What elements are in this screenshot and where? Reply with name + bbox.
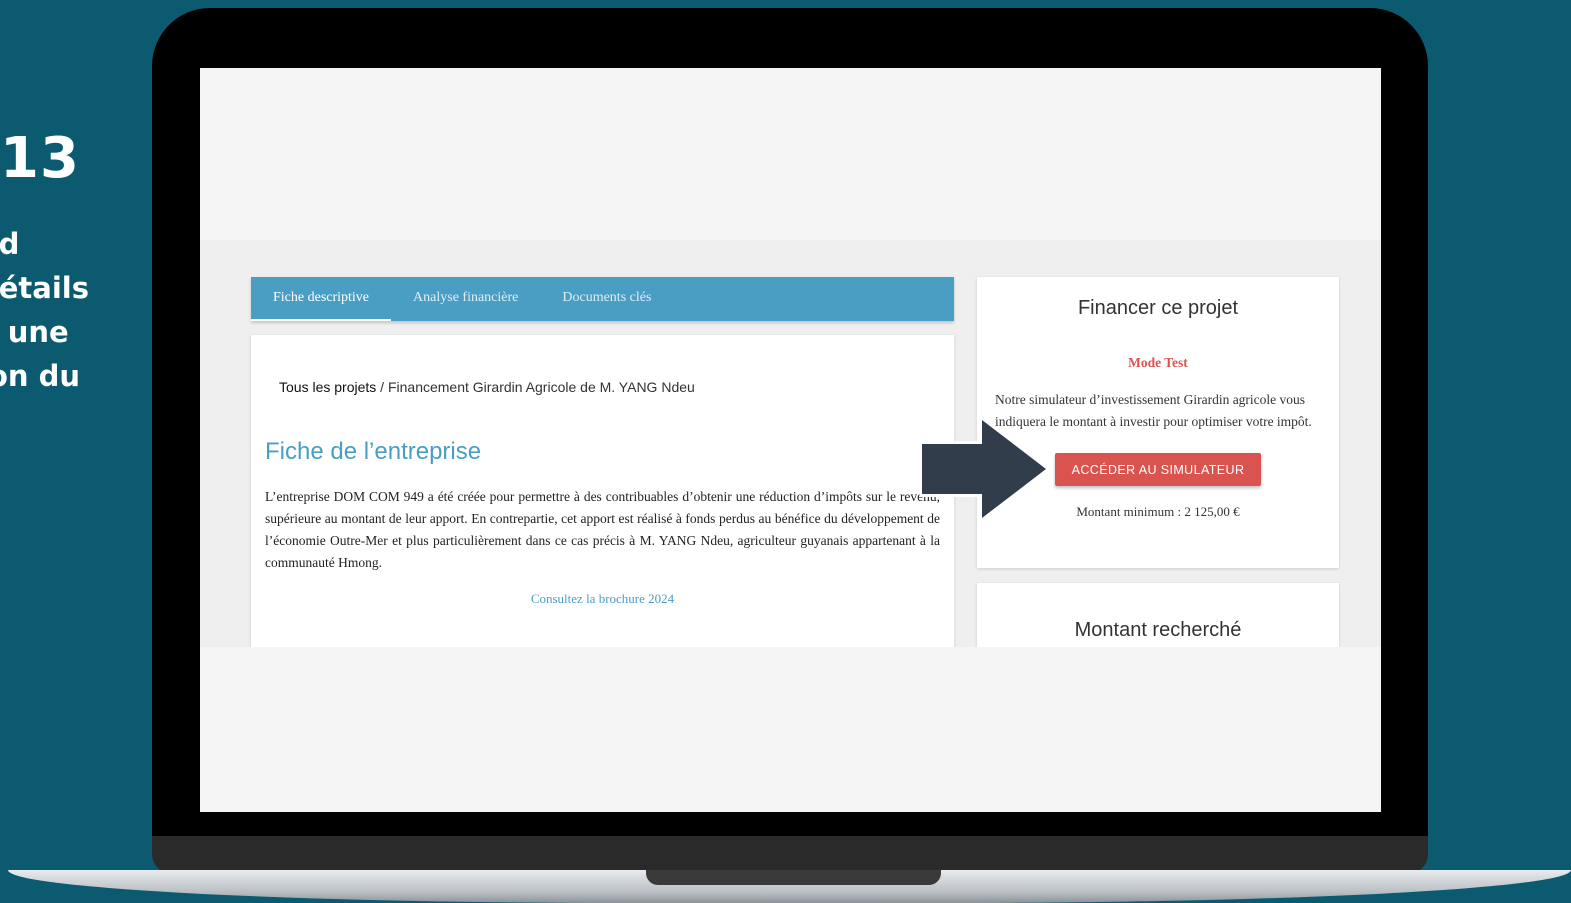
breadcrumb-all-projects[interactable]: Tous les projets [279,379,376,395]
breadcrumb: Tous les projets / Financement Girardin … [279,379,695,395]
breadcrumb-current: Financement Girardin Agricole de M. YANG… [387,379,695,395]
project-content: Fiche descriptive Analyse financière Doc… [200,240,1381,647]
company-card: Tous les projets / Financement Girardin … [251,335,954,647]
laptop-notch [646,870,941,885]
tab-documents-cles[interactable]: Documents clés [540,277,673,321]
company-title: Fiche de l’entreprise [265,438,482,465]
slide-caption: nd détails e une ion du t [0,227,90,393]
laptop-chin [152,836,1428,874]
fund-card-title: Financer ce projet [1077,297,1239,319]
simulator-button[interactable]: ACCÉDER AU SIMULATEUR [1055,453,1261,486]
company-description: L’entreprise DOM COM 949 a été créée pou… [265,489,940,570]
mode-test-label: Mode Test [1128,355,1188,370]
tab-fiche-descriptive[interactable]: Fiche descriptive [251,277,392,321]
project-tabs: Fiche descriptive Analyse financière Doc… [251,277,954,321]
amount-sought-title: Montant recherché [1074,619,1242,641]
slide-number: 13 [0,126,80,191]
amount-sought-card: Montant recherché [977,583,1339,647]
laptop-screen: Fiche descriptive Analyse financière Doc… [200,68,1381,812]
arrow-icon [920,414,1052,524]
brochure-link[interactable]: Consultez la brochure 2024 [251,591,954,607]
tab-analyse-financiere[interactable]: Analyse financière [391,277,540,321]
breadcrumb-separator: / [376,379,388,395]
